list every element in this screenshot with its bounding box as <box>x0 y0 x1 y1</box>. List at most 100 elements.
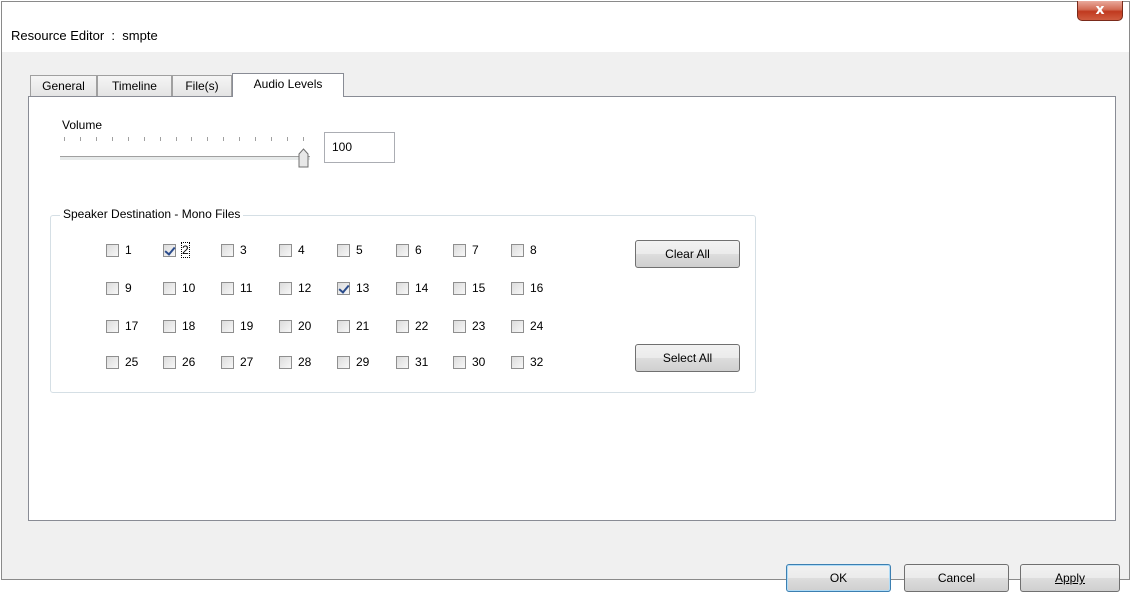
speaker-checkbox-label: 30 <box>472 355 486 369</box>
speaker-checkbox[interactable]: 26 <box>163 355 195 369</box>
checkbox-icon[interactable] <box>163 281 176 295</box>
speaker-checkbox[interactable]: 8 <box>511 243 537 257</box>
tab-general[interactable]: General <box>30 75 97 96</box>
slider-tick <box>79 137 81 141</box>
speaker-checkbox[interactable]: 32 <box>511 355 543 369</box>
speaker-checkbox-label: 6 <box>415 243 422 257</box>
speaker-checkbox[interactable]: 17 <box>106 319 138 333</box>
checkbox-icon[interactable] <box>163 319 176 333</box>
speaker-checkbox-label: 20 <box>298 319 312 333</box>
speaker-checkbox[interactable]: 12 <box>279 281 311 295</box>
speaker-checkbox[interactable]: 19 <box>221 319 253 333</box>
speaker-checkbox[interactable]: 3 <box>221 243 247 257</box>
checkbox-icon[interactable] <box>337 243 350 257</box>
volume-slider-thumb[interactable] <box>298 148 309 168</box>
volume-slider-track[interactable] <box>60 156 310 161</box>
speaker-checkbox-label: 27 <box>240 355 254 369</box>
slider-tick <box>111 137 113 141</box>
speaker-checkbox[interactable]: 10 <box>163 281 195 295</box>
speaker-checkbox[interactable]: 22 <box>396 319 428 333</box>
checkbox-icon[interactable] <box>221 355 234 369</box>
speaker-checkbox[interactable]: 14 <box>396 281 428 295</box>
checkbox-icon[interactable] <box>106 319 119 333</box>
checkbox-icon[interactable] <box>396 355 409 369</box>
checkbox-icon[interactable] <box>106 355 119 369</box>
speaker-checkbox[interactable]: 1 <box>106 243 132 257</box>
speaker-checkbox-label: 17 <box>125 319 139 333</box>
speaker-checkbox[interactable]: 29 <box>337 355 369 369</box>
checkbox-icon[interactable] <box>337 355 350 369</box>
speaker-checkbox[interactable]: 11 <box>221 281 252 295</box>
checkbox-icon[interactable] <box>511 319 524 333</box>
speaker-checkbox-label: 32 <box>530 355 544 369</box>
checked-checkbox-icon[interactable] <box>163 243 176 257</box>
speaker-checkbox-label: 23 <box>472 319 486 333</box>
speaker-checkbox[interactable]: 21 <box>337 319 369 333</box>
tab-files[interactable]: File(s) <box>172 75 232 96</box>
checkbox-icon[interactable] <box>279 243 292 257</box>
speaker-checkbox-label: 31 <box>415 355 429 369</box>
volume-value-field[interactable]: 100 <box>324 132 395 163</box>
speaker-checkbox-label: 26 <box>182 355 196 369</box>
speaker-checkbox-label: 11 <box>240 281 253 295</box>
close-button[interactable]: x <box>1077 1 1123 21</box>
speaker-checkbox[interactable]: 28 <box>279 355 311 369</box>
checkbox-icon[interactable] <box>396 243 409 257</box>
clear-all-button[interactable]: Clear All <box>635 240 740 268</box>
tab-audio-levels[interactable]: Audio Levels <box>232 73 344 97</box>
ok-button[interactable]: OK <box>786 564 891 592</box>
checkbox-icon[interactable] <box>511 355 524 369</box>
slider-tick <box>175 137 177 141</box>
slider-tick <box>239 137 241 141</box>
speaker-checkbox[interactable]: 13 <box>337 281 369 295</box>
speaker-checkbox[interactable]: 23 <box>453 319 485 333</box>
speaker-checkbox[interactable]: 30 <box>453 355 485 369</box>
window-title: Resource Editor : smpte <box>11 28 158 43</box>
checkbox-icon[interactable] <box>279 355 292 369</box>
checkbox-icon[interactable] <box>511 243 524 257</box>
speaker-checkbox[interactable]: 4 <box>279 243 305 257</box>
checkbox-icon[interactable] <box>453 281 466 295</box>
speaker-checkbox[interactable]: 18 <box>163 319 195 333</box>
slider-tick <box>255 137 257 141</box>
speaker-checkbox[interactable]: 7 <box>453 243 479 257</box>
checked-checkbox-icon[interactable] <box>337 281 350 295</box>
speaker-checkbox[interactable]: 15 <box>453 281 485 295</box>
tab-timeline[interactable]: Timeline <box>97 75 172 96</box>
speaker-checkbox-label: 24 <box>530 319 544 333</box>
select-all-button[interactable]: Select All <box>635 344 740 372</box>
cancel-button[interactable]: Cancel <box>904 564 1009 592</box>
checkbox-icon[interactable] <box>106 243 119 257</box>
speaker-checkbox-label: 7 <box>472 243 479 257</box>
checkbox-icon[interactable] <box>396 281 409 295</box>
speaker-checkbox[interactable]: 16 <box>511 281 543 295</box>
checkbox-icon[interactable] <box>163 355 176 369</box>
checkbox-icon[interactable] <box>396 319 409 333</box>
speaker-checkbox[interactable]: 20 <box>279 319 311 333</box>
checkbox-icon[interactable] <box>221 243 234 257</box>
checkbox-icon[interactable] <box>337 319 350 333</box>
apply-button[interactable]: Apply <box>1020 564 1120 592</box>
speaker-checkbox-label: 2 <box>181 242 190 258</box>
speaker-checkbox[interactable]: 6 <box>396 243 422 257</box>
checkbox-icon[interactable] <box>279 281 292 295</box>
speaker-checkbox[interactable]: 24 <box>511 319 543 333</box>
checkbox-icon[interactable] <box>453 243 466 257</box>
speaker-checkbox[interactable]: 25 <box>106 355 138 369</box>
checkbox-icon[interactable] <box>221 281 234 295</box>
checkbox-icon[interactable] <box>106 281 119 295</box>
checkbox-icon[interactable] <box>221 319 234 333</box>
checkbox-icon[interactable] <box>511 281 524 295</box>
checkbox-icon[interactable] <box>453 355 466 369</box>
speaker-checkbox-label: 5 <box>356 243 363 257</box>
apply-label: Apply <box>1054 571 1086 585</box>
speaker-checkbox[interactable]: 2 <box>163 242 190 258</box>
checkbox-icon[interactable] <box>453 319 466 333</box>
speaker-checkbox[interactable]: 31 <box>396 355 428 369</box>
speaker-checkbox-label: 22 <box>415 319 429 333</box>
checkbox-icon[interactable] <box>279 319 292 333</box>
speaker-checkbox-label: 10 <box>182 281 196 295</box>
speaker-checkbox[interactable]: 9 <box>106 281 132 295</box>
speaker-checkbox[interactable]: 5 <box>337 243 363 257</box>
speaker-checkbox[interactable]: 27 <box>221 355 253 369</box>
